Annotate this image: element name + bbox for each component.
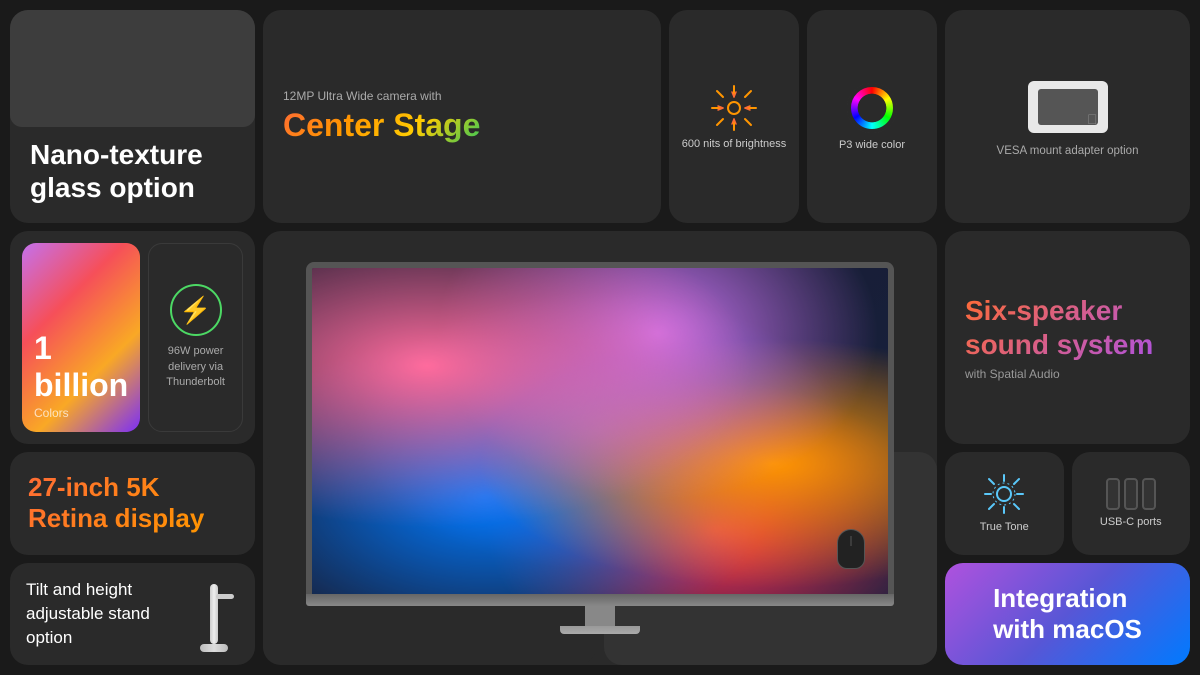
apple-logo-icon:  (1087, 111, 1098, 127)
tilt-stand-image (189, 584, 239, 644)
vesa-monitor-image:  (1023, 77, 1113, 137)
tilt-label: Tilt and height adjustable stand option (26, 578, 189, 649)
monitor-card (263, 231, 937, 665)
usb-label: USB-C ports (1100, 516, 1162, 528)
monitor-screen (306, 262, 895, 595)
monitor-artwork (312, 268, 889, 595)
bolt-icon: ⚡ (179, 295, 211, 326)
top-middle-section: 12MP Ultra Wide camera with Center Stage (263, 10, 937, 223)
brightness-card: 600 nits of brightness (669, 10, 799, 223)
speaker-card: Six-speaker sound system with Spatial Au… (945, 231, 1190, 444)
p3-label: P3 wide color (839, 139, 905, 151)
monitor-wrapper (273, 241, 927, 655)
retina-title: 27-inch 5K Retina display (28, 472, 204, 534)
true-tone-card: True Tone (945, 452, 1064, 555)
mouse-icon (837, 529, 865, 569)
p3-card: P3 wide color (807, 10, 937, 223)
sparkle-icon (710, 84, 758, 132)
usb-card: USB-C ports (1072, 452, 1191, 555)
monitor-base (560, 626, 640, 634)
monitor-neck (585, 606, 615, 626)
vesa-monitor-body:  (1028, 81, 1108, 133)
stand-arm (216, 594, 234, 599)
billion-number: 1 billion (34, 330, 128, 404)
speaker-title: Six-speaker sound system (965, 294, 1153, 361)
stand-visual (210, 584, 218, 644)
usb-port-2 (1124, 478, 1138, 510)
integration-text: Integration with macOS (993, 583, 1142, 645)
lightning-icon: ⚡ (170, 284, 222, 336)
retina-text: 27-inch 5K Retina display (28, 472, 204, 534)
center-stage-subtitle: 12MP Ultra Wide camera with (283, 89, 442, 103)
usb-port-3 (1142, 478, 1156, 510)
center-stage-card: 12MP Ultra Wide camera with Center Stage (263, 10, 661, 223)
billion-label: Colors (34, 406, 69, 420)
billion-colors-box: 1 billion Colors (22, 243, 140, 432)
true-tone-label: True Tone (980, 521, 1029, 533)
monitor-outer (306, 262, 895, 635)
nano-bg-decoration (10, 10, 255, 127)
tilt-stand-card: Tilt and height adjustable stand option (10, 563, 255, 666)
nano-texture-card: Nano-texture glass option (10, 10, 255, 223)
vesa-card:  VESA mount adapter option (945, 10, 1190, 223)
retina-display-card: 27-inch 5K Retina display (10, 452, 255, 555)
left-bottom-row: 27-inch 5K Retina display Tilt and heigh… (10, 452, 255, 665)
monitor-chin (306, 594, 895, 606)
true-tone-icon (983, 473, 1025, 515)
power-label: 96W power delivery via Thunderbolt (149, 344, 242, 390)
nano-texture-title: Nano-texture glass option (30, 138, 203, 205)
vesa-label: VESA mount adapter option (997, 145, 1139, 157)
speaker-subtitle: with Spatial Audio (965, 367, 1060, 381)
usb-ports-icon (1106, 478, 1156, 510)
bottom-right-section: True Tone USB-C ports Integration with m… (945, 452, 1190, 665)
brightness-label: 600 nits of brightness (682, 138, 787, 150)
power-delivery-box: ⚡ 96W power delivery via Thunderbolt (148, 243, 243, 432)
center-stage-title: Center Stage (283, 107, 480, 144)
billion-power-card: 1 billion Colors ⚡ 96W power delivery vi… (10, 231, 255, 444)
integration-card: Integration with macOS (945, 563, 1190, 666)
color-wheel-icon (847, 83, 897, 133)
usb-port-1 (1106, 478, 1120, 510)
